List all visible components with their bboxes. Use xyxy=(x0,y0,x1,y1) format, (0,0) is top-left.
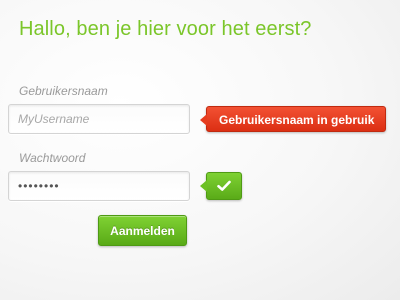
password-input[interactable] xyxy=(8,171,190,201)
callout-arrow xyxy=(200,180,207,192)
username-label: Gebruikersnaam xyxy=(19,84,108,98)
page-title: Hallo, ben je hier voor het eerst? xyxy=(19,18,312,40)
username-error-callout: Gebruikersnaam in gebruik xyxy=(200,106,387,132)
password-label: Wachtwoord xyxy=(19,151,86,165)
password-valid-callout xyxy=(200,172,242,200)
username-input[interactable] xyxy=(8,104,190,134)
checkmark-icon xyxy=(217,180,231,191)
username-error-message: Gebruikersnaam in gebruik xyxy=(219,113,375,127)
register-button[interactable]: Aanmelden xyxy=(98,215,187,246)
callout-arrow xyxy=(200,114,207,126)
